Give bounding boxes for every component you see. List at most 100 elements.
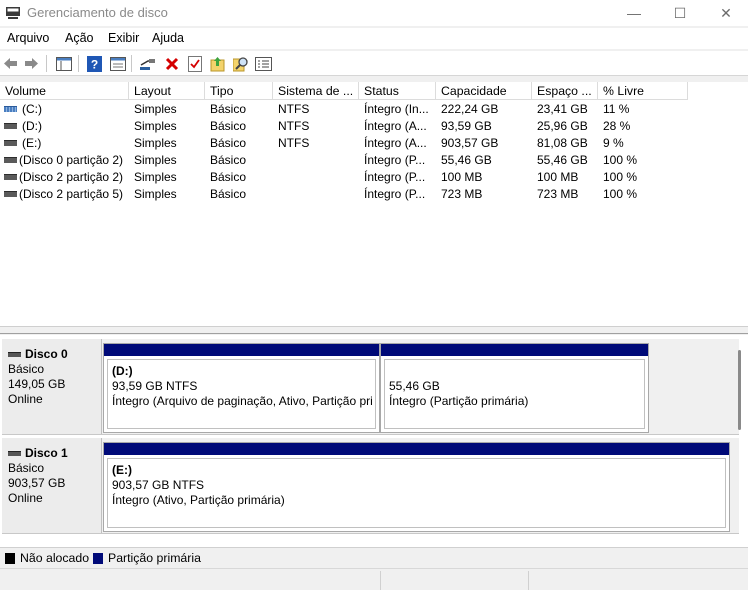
partition-label: (E:) [112, 463, 132, 477]
volume-row[interactable]: (Disco 2 partição 2) Simples Básico Ínte… [0, 169, 688, 186]
column-layout[interactable]: Layout [129, 82, 205, 100]
partition-label: (D:) [112, 364, 133, 378]
column-volume[interactable]: Volume [0, 82, 129, 100]
delete-icon[interactable] [163, 55, 180, 72]
disk-1-block: Disco 1 Básico 903,57 GB Online (E:) 903… [2, 438, 739, 534]
status-bar [0, 568, 748, 590]
volume-capacidade: 222,24 GB [441, 102, 499, 116]
back-arrow-icon[interactable] [2, 55, 19, 72]
column-sistema[interactable]: Sistema de ... [273, 82, 359, 100]
menu-bar: Arquivo Ação Exibir Ajuda [0, 28, 748, 49]
volume-status: Íntegro (A... [364, 136, 427, 150]
column-livre[interactable]: % Livre [598, 82, 688, 100]
volume-capacidade: 100 MB [441, 170, 483, 184]
volume-row[interactable]: (Disco 0 partição 2) Simples Básico Ínte… [0, 152, 688, 169]
window-title: Gerenciamento de disco [27, 5, 168, 20]
volume-tipo: Básico [210, 170, 247, 184]
maximize-button[interactable]: ☐ [657, 0, 703, 26]
column-espaco[interactable]: Espaço ... [532, 82, 598, 100]
column-status[interactable]: Status [359, 82, 436, 100]
partition-status: Íntegro (Partição primária) [389, 394, 529, 408]
volume-name: (Disco 0 partição 2) [19, 153, 124, 167]
volume-espaco: 81,08 GB [537, 136, 588, 150]
disk-1-label[interactable]: Disco 1 Básico 903,57 GB Online [2, 438, 102, 533]
drive-icon [4, 191, 17, 197]
volume-tipo: Básico [210, 136, 247, 150]
help-icon[interactable]: ? [86, 55, 103, 72]
volume-status: Íntegro (In... [364, 102, 429, 116]
volume-capacidade: 903,57 GB [441, 136, 499, 150]
legend: Não alocado Partição primária [0, 547, 748, 567]
connect-icon[interactable] [139, 55, 156, 72]
volume-espaco: 55,46 GB [537, 153, 588, 167]
volume-tipo: Básico [210, 187, 247, 201]
search-icon[interactable] [232, 55, 249, 72]
disk-type: Básico [8, 362, 45, 376]
forward-arrow-icon[interactable] [23, 55, 40, 72]
menu-ajuda[interactable]: Ajuda [152, 31, 184, 45]
vertical-scrollbar[interactable] [738, 350, 741, 430]
disk-0-label[interactable]: Disco 0 Básico 149,05 GB Online [2, 339, 102, 434]
disk-name: Disco 0 [25, 347, 68, 361]
close-button[interactable]: ✕ [703, 0, 748, 26]
toolbar-separator [78, 55, 79, 72]
properties-view-icon[interactable] [109, 55, 126, 72]
volume-livre: 11 % [603, 102, 630, 116]
disk-0-block: Disco 0 Básico 149,05 GB Online (D:) 93,… [2, 339, 739, 435]
toolbar: ? [0, 51, 748, 76]
volume-espaco: 23,41 GB [537, 102, 588, 116]
volume-row[interactable]: (E:) Simples Básico NTFS Íntegro (A... 9… [0, 135, 688, 152]
volume-row[interactable]: (D:) Simples Básico NTFS Íntegro (A... 9… [0, 118, 688, 135]
volume-layout: Simples [134, 187, 177, 201]
maximize-icon: ☐ [673, 4, 687, 21]
volume-name: (Disco 2 partição 2) [19, 170, 124, 184]
menu-exibir[interactable]: Exibir [108, 31, 139, 45]
volume-name: (C:) [22, 102, 42, 116]
volume-row[interactable]: (C:) Simples Básico NTFS Íntegro (In... … [0, 101, 688, 118]
menu-arquivo[interactable]: Arquivo [7, 31, 49, 45]
primary-partition-bar [104, 344, 379, 356]
partition-size: 55,46 GB [389, 379, 440, 393]
volume-name: (E:) [22, 136, 42, 150]
volume-tipo: Básico [210, 102, 247, 116]
volume-status: Íntegro (P... [364, 153, 426, 167]
disk-size: 903,57 GB [8, 476, 66, 490]
volume-row[interactable]: (Disco 2 partição 5) Simples Básico Ínte… [0, 186, 688, 203]
volume-tipo: Básico [210, 119, 247, 133]
details-icon[interactable] [255, 55, 272, 72]
volume-espaco: 25,96 GB [537, 119, 588, 133]
partition-d[interactable]: (D:) 93,59 GB NTFS Íntegro (Arquivo de p… [103, 343, 380, 433]
column-tipo[interactable]: Tipo [205, 82, 273, 100]
volume-sistema: NTFS [278, 136, 310, 150]
column-capacidade[interactable]: Capacidade [436, 82, 532, 100]
import-icon[interactable] [209, 55, 226, 72]
partition-disk0-2[interactable]: 55,46 GB Íntegro (Partição primária) [380, 343, 649, 433]
primary-partition-swatch [93, 553, 103, 564]
volume-espaco: 100 MB [537, 170, 579, 184]
disk-name: Disco 1 [25, 446, 68, 460]
drive-icon [4, 174, 17, 180]
partition-e[interactable]: (E:) 903,57 GB NTFS Íntegro (Ativo, Part… [103, 442, 730, 532]
unallocated-swatch [5, 553, 15, 564]
volume-tipo: Básico [210, 153, 247, 167]
checklist-icon[interactable] [186, 55, 203, 72]
disk-size: 149,05 GB [8, 377, 66, 391]
disk-icon [8, 352, 21, 357]
minimize-button[interactable]: — [611, 0, 657, 26]
volume-livre: 100 % [603, 170, 638, 184]
status-pane [528, 571, 748, 590]
volume-capacidade: 93,59 GB [441, 119, 492, 133]
minimize-icon: — [627, 5, 641, 21]
list-header: Volume Layout Tipo Sistema de ... Status… [0, 82, 688, 100]
menu-acao[interactable]: Ação [65, 31, 94, 45]
drive-icon [4, 140, 17, 146]
volume-capacidade: 723 MB [441, 187, 483, 201]
volume-list: Volume Layout Tipo Sistema de ... Status… [0, 82, 748, 326]
console-tree-icon[interactable] [55, 55, 72, 72]
volume-status: Íntegro (P... [364, 170, 426, 184]
pane-splitter[interactable] [0, 326, 748, 334]
drive-icon [4, 123, 17, 129]
disk-management-app-icon [6, 7, 20, 19]
title-bar: Gerenciamento de disco — ☐ ✕ [0, 0, 748, 26]
volume-livre: 100 % [603, 153, 638, 167]
